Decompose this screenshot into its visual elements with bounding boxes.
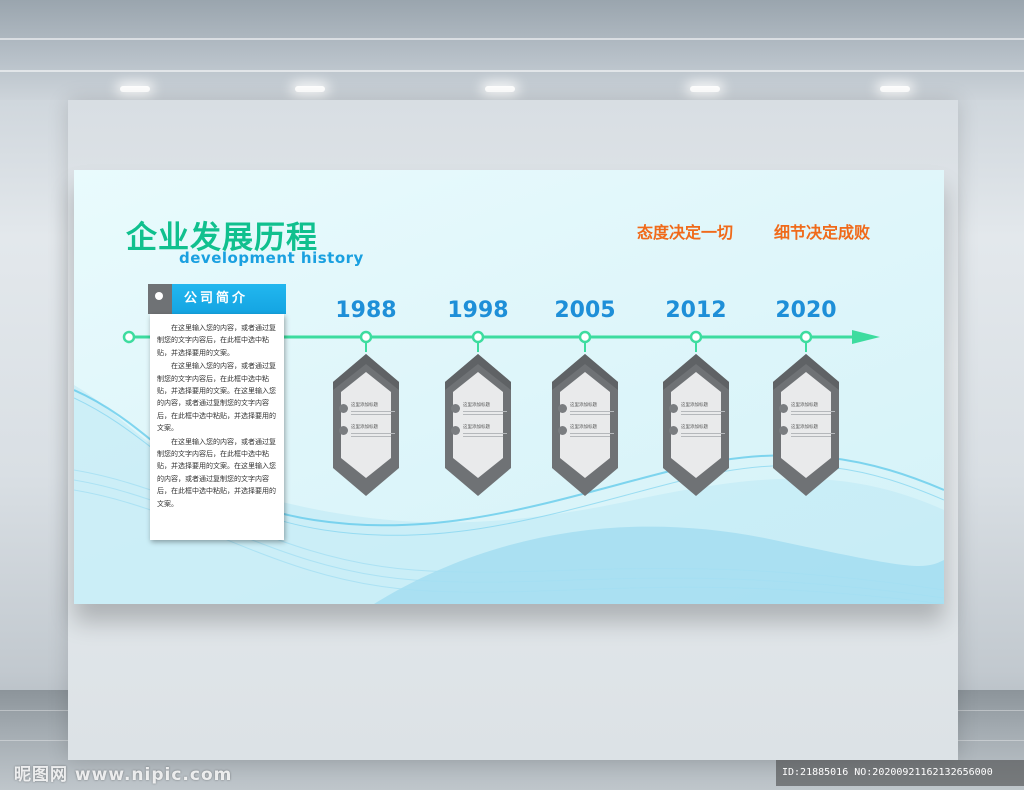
- entry-text-line: [351, 414, 391, 415]
- entry-title: 这里添加标题: [463, 425, 490, 430]
- entry-title: 这里添加标题: [681, 425, 708, 430]
- user-icon: [669, 404, 678, 413]
- milestone-entry: 这里添加标题: [339, 402, 399, 418]
- entry-text-line: [791, 433, 835, 434]
- entry-title: 这里添加标题: [681, 403, 708, 408]
- entry-text-line: [351, 436, 391, 437]
- entry-text-line: [463, 433, 507, 434]
- entry-title: 这里添加标题: [791, 403, 818, 408]
- entry-title: 这里添加标题: [791, 425, 818, 430]
- entry-text-line: [570, 436, 610, 437]
- history-board: 企业发展历程 development history 态度决定一切 细节决定成败…: [74, 170, 944, 604]
- watermark-id: ID:21885016 NO:20200921162132656000: [776, 760, 1024, 786]
- milestone-card: 这里添加标题 这里添加标题: [331, 350, 401, 500]
- entry-title: 这里添加标题: [570, 425, 597, 430]
- year-label: 1988: [335, 298, 397, 323]
- entry-text-line: [791, 436, 831, 437]
- entry-text-line: [791, 414, 831, 415]
- user-icon: [779, 404, 788, 413]
- year-label: 1998: [447, 298, 509, 323]
- milestone-entry: 这里添加标题: [558, 402, 618, 418]
- entry-text-line: [681, 433, 725, 434]
- milestone-card: 这里添加标题 这里添加标题: [443, 350, 513, 500]
- milestone-entry: 这里添加标题: [451, 402, 511, 418]
- ceiling-light: [120, 86, 150, 92]
- entry-text-line: [463, 414, 503, 415]
- pin-icon: [155, 292, 163, 300]
- entry-text-line: [463, 436, 503, 437]
- intro-heading: 公司简介: [172, 284, 286, 314]
- year-label: 2005: [554, 298, 616, 323]
- entry-text-line: [681, 436, 721, 437]
- ceiling-light: [690, 86, 720, 92]
- user-icon: [339, 404, 348, 413]
- intro-body: 在这里输入您的内容，或者通过复制您的文字内容后，在此框中选中粘贴，并选择要用的文…: [150, 314, 284, 540]
- intro-paragraph: 在这里输入您的内容，或者通过复制您的文字内容后，在此框中选中粘贴，并选择要用的文…: [157, 437, 276, 508]
- user-icon: [558, 426, 567, 435]
- intro-tab: [148, 284, 172, 314]
- user-icon: [669, 426, 678, 435]
- entry-text-line: [791, 411, 835, 412]
- entry-text-line: [570, 411, 614, 412]
- entry-title: 这里添加标题: [570, 403, 597, 408]
- ceiling-light: [880, 86, 910, 92]
- milestone-entry: 这里添加标题: [779, 424, 839, 440]
- milestone-card: 这里添加标题 这里添加标题: [661, 350, 731, 500]
- entry-text-line: [570, 414, 610, 415]
- intro-paragraph: 在这里输入您的内容，或者通过复制您的文字内容后，在此框中选中粘贴，并选择要用的文…: [157, 324, 276, 357]
- ceiling-light: [295, 86, 325, 92]
- ceiling-seam: [0, 70, 1024, 72]
- intro-paragraph: 在这里输入您的内容，或者通过复制您的文字内容后，在此框中选中粘贴，并选择要用的文…: [157, 362, 276, 433]
- intro-header: 公司简介: [148, 284, 286, 314]
- user-icon: [451, 426, 460, 435]
- room-ceiling: [0, 0, 1024, 100]
- entry-title: 这里添加标题: [351, 425, 378, 430]
- milestone-card: 这里添加标题 这里添加标题: [550, 350, 620, 500]
- milestone-entry: 这里添加标题: [558, 424, 618, 440]
- entry-title: 这里添加标题: [351, 403, 378, 408]
- year-label: 2012: [665, 298, 727, 323]
- entry-text-line: [570, 433, 614, 434]
- user-icon: [558, 404, 567, 413]
- user-icon: [339, 426, 348, 435]
- milestone-entry: 这里添加标题: [669, 424, 729, 440]
- milestone-card: 这里添加标题 这里添加标题: [771, 350, 841, 500]
- entry-text-line: [351, 433, 395, 434]
- year-label: 2020: [775, 298, 837, 323]
- milestone-entry: 这里添加标题: [451, 424, 511, 440]
- entry-text-line: [681, 414, 721, 415]
- user-icon: [779, 426, 788, 435]
- milestone-entry: 这里添加标题: [669, 402, 729, 418]
- milestone-entry: 这里添加标题: [779, 402, 839, 418]
- user-icon: [451, 404, 460, 413]
- entry-text-line: [351, 411, 395, 412]
- company-intro-card: 公司简介 在这里输入您的内容，或者通过复制您的文字内容后，在此框中选中粘贴，并选…: [148, 284, 286, 540]
- entry-text-line: [681, 411, 725, 412]
- entry-title: 这里添加标题: [463, 403, 490, 408]
- ceiling-seam: [0, 38, 1024, 40]
- milestone-entry: 这里添加标题: [339, 424, 399, 440]
- entry-text-line: [463, 411, 507, 412]
- ceiling-light: [485, 86, 515, 92]
- watermark-logo: 昵图网 www.nipic.com: [14, 765, 233, 785]
